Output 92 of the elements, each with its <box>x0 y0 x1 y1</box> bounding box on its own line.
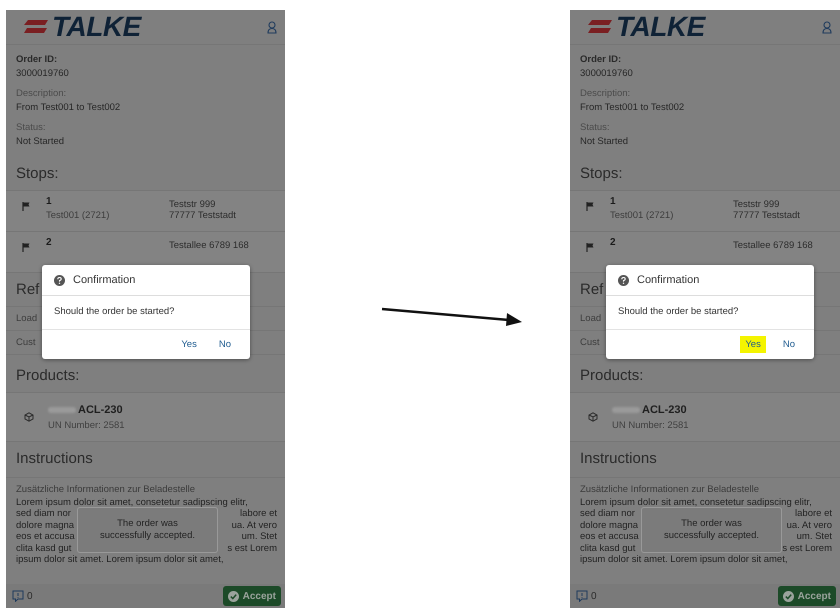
dialog-title: Confirmation <box>73 274 136 286</box>
instructions-text: Lorem ipsum dolor sit amet, consetetur sadipscing elitr, <box>16 496 248 508</box>
address-line: Teststr 999 <box>733 199 780 210</box>
instructions-text: eos et accusa <box>580 531 639 542</box>
message-icon[interactable] <box>576 590 588 602</box>
check-circle-icon <box>782 590 794 602</box>
instructions-text: dolore magna <box>16 520 74 531</box>
dialog-button[interactable]: Yes <box>740 336 766 353</box>
stop-row[interactable]: 1 Test001 (2721) Teststr 999 77777 Teststadt <box>6 191 285 232</box>
field-label: Order ID: <box>580 53 622 67</box>
toast-text: The order was <box>681 518 742 530</box>
reference-label: Load <box>580 313 602 324</box>
instructions-text: clita kasd gut <box>16 542 72 554</box>
instructions-heading: Zusätzliche Informationen zur Beladestelle <box>580 484 760 496</box>
field-value: From Test001 to Test002 <box>580 101 686 115</box>
accept-button[interactable]: Accept <box>778 586 836 606</box>
instructions-text: s est Lorem <box>227 542 277 554</box>
address-line: Testallee 6789 168 <box>733 240 813 251</box>
instructions-text: clita kasd gut <box>580 542 636 554</box>
accept-button[interactable]: Accept <box>222 586 281 606</box>
address-line: 77777 Teststadt <box>169 210 236 221</box>
logo-stripes-icon <box>588 20 612 34</box>
logo-text: TALKE <box>52 11 141 43</box>
instructions-text: ipsum dolor sit amet. Lorem ipsum dolor sit amet, <box>580 554 788 566</box>
logo-stripes-icon <box>24 20 48 34</box>
instructions-text: labore et <box>795 508 832 520</box>
instructions-text: ua. At vero <box>786 520 832 531</box>
section-title: Instructions <box>570 442 840 478</box>
stop-number: 2 <box>46 237 53 248</box>
field-value: 3000019760 <box>580 67 634 81</box>
reference-label: Cust <box>580 337 600 348</box>
box-icon <box>588 412 598 422</box>
message-count: 0 <box>591 590 597 602</box>
field-value: Not Started <box>580 135 630 149</box>
stop-name: Test001 (2721) <box>610 210 674 221</box>
stop-row[interactable]: 1 Test001 (2721) Teststr 999 77777 Teststadt <box>570 191 840 232</box>
instructions-text: eos et accusa <box>16 531 75 542</box>
logo-text: TALKE <box>616 11 705 43</box>
dialog-button[interactable]: No <box>214 336 236 353</box>
dialog-title: Confirmation <box>637 274 700 286</box>
instructions-text: dolore magna <box>580 520 638 531</box>
dialog-button[interactable]: No <box>778 336 800 353</box>
stop-number: 1 <box>610 196 617 207</box>
address-line: 77777 Teststadt <box>733 210 800 221</box>
instructions-text: sed diam nor <box>16 508 71 520</box>
reference-label: Cust <box>16 337 36 348</box>
dialog-message: Should the order be started? <box>42 296 250 330</box>
instructions-text: sed diam nor <box>580 508 635 520</box>
redaction-blur <box>612 406 640 412</box>
product-name: ACL-230 <box>642 404 687 416</box>
help-icon <box>54 274 65 286</box>
section-title: Instructions <box>6 442 285 478</box>
help-icon <box>618 274 629 286</box>
stop-number: 2 <box>610 237 617 248</box>
stop-name: Test001 (2721) <box>46 210 110 221</box>
instructions-text: um. Stet <box>796 531 832 542</box>
un-number: UN Number: 2581 <box>48 420 125 430</box>
redaction-blur <box>48 406 76 412</box>
instructions-text: um. Stet <box>242 531 277 542</box>
user-icon[interactable] <box>267 20 277 34</box>
field-value: Not Started <box>16 135 66 149</box>
instructions-text: Lorem ipsum dolor sit amet, consetetur sadipscing elitr, <box>580 496 812 508</box>
message-count: 0 <box>27 590 33 602</box>
address-line: Teststr 999 <box>169 199 216 210</box>
address-line: Testallee 6789 168 <box>169 240 249 251</box>
un-number: UN Number: 2581 <box>612 420 689 430</box>
reference-label: Load <box>16 313 38 324</box>
field-value: From Test001 to Test002 <box>16 101 122 115</box>
instructions-text: ua. At vero <box>232 520 277 531</box>
check-circle-icon <box>228 590 239 602</box>
instructions-heading: Zusätzliche Informationen zur Beladestelle <box>16 484 196 496</box>
toast-text: successfully accepted. <box>100 530 196 542</box>
product-row[interactable]: ACL-230 UN Number: 2581 <box>6 393 285 442</box>
flag-icon <box>22 202 30 211</box>
instructions-text: s est Lorem <box>782 542 832 554</box>
instructions-text: ipsum dolor sit amet. Lorem ipsum dolor sit amet, <box>16 554 224 566</box>
flag-icon <box>586 243 594 252</box>
field-value: 3000019760 <box>16 67 70 81</box>
dialog-message: Should the order be started? <box>606 296 814 330</box>
flag-icon <box>586 202 594 211</box>
dialog-button[interactable]: Yes <box>176 336 202 353</box>
instructions-text: labore et <box>240 508 277 520</box>
field-label: Order ID: <box>16 53 58 67</box>
box-icon <box>24 412 34 422</box>
product-row[interactable]: ACL-230 UN Number: 2581 <box>570 393 840 442</box>
user-icon[interactable] <box>822 20 832 34</box>
toast-text: successfully accepted. <box>664 530 760 542</box>
flag-icon <box>22 243 30 252</box>
stop-number: 1 <box>46 196 53 207</box>
message-icon[interactable] <box>12 590 24 602</box>
toast-text: The order was <box>117 518 178 530</box>
product-name: ACL-230 <box>78 404 123 416</box>
